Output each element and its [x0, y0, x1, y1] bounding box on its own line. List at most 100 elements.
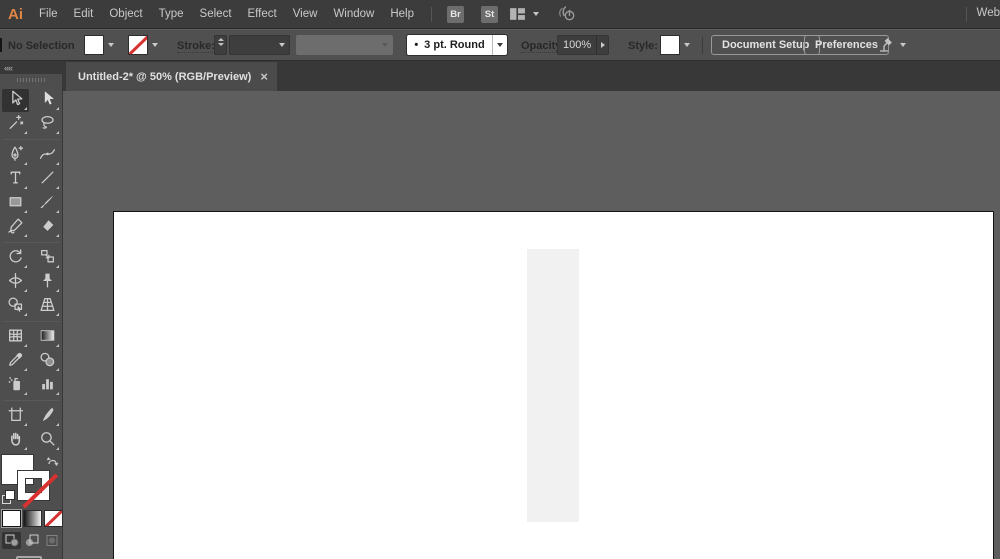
gradient-icon [39, 327, 56, 349]
select-similar-icon[interactable] [877, 37, 896, 59]
selection-tool[interactable] [1, 89, 29, 112]
brush-definition-dropdown[interactable]: • 3 pt. Round [407, 35, 507, 55]
scale-tool[interactable] [34, 247, 61, 270]
width-profile-dropdown[interactable] [296, 35, 393, 55]
tool-separator [3, 400, 59, 401]
workspace-switcher[interactable]: Web [977, 7, 1000, 19]
rotate-tool[interactable] [2, 247, 29, 270]
menu-item-file[interactable]: File [31, 8, 66, 20]
type-icon [7, 169, 24, 191]
fill-stroke-block [0, 455, 62, 509]
illustrator-window: Ai File Edit Object Type Select Effect View Win… [0, 0, 1000, 559]
stroke-weight-dropdown[interactable] [229, 35, 290, 55]
direct-selection-tool[interactable] [34, 89, 61, 112]
color-button[interactable] [3, 511, 20, 526]
zoom-icon [39, 430, 56, 452]
gradient-button[interactable] [24, 511, 41, 526]
gradient-tool[interactable] [34, 326, 61, 349]
chevron-right-icon[interactable] [596, 35, 609, 55]
none-button[interactable] [45, 511, 62, 526]
mesh-icon [7, 327, 24, 349]
rectangle-tool[interactable] [2, 192, 29, 215]
stroke-swatch[interactable] [18, 471, 58, 508]
close-tab-icon[interactable]: × [260, 70, 268, 83]
zoom-tool[interactable] [34, 429, 61, 452]
menu-item-help[interactable]: Help [382, 8, 422, 20]
fill-color-swatch[interactable] [85, 36, 103, 54]
puppet-warp-tool[interactable] [34, 271, 61, 294]
artboard-tool[interactable] [2, 405, 29, 428]
shape-builder-tool[interactable] [2, 295, 29, 318]
opacity-field[interactable]: 100% [557, 35, 609, 55]
width-tool[interactable] [2, 271, 29, 294]
line-segment-icon [39, 169, 56, 191]
slice-icon [39, 406, 56, 428]
width-icon [7, 272, 24, 294]
menu-item-select[interactable]: Select [192, 8, 240, 20]
draw-inside-button[interactable] [42, 532, 61, 549]
chevron-down-icon[interactable] [900, 43, 906, 47]
magic-wand-icon [7, 114, 24, 136]
tool-row [0, 295, 62, 318]
curvature-tool[interactable] [34, 144, 61, 167]
paintbrush-tool[interactable] [34, 192, 61, 215]
hand-icon [7, 430, 24, 452]
magic-wand-tool[interactable] [2, 113, 29, 136]
eraser-tool[interactable] [34, 216, 61, 239]
panel-drag-grip[interactable] [17, 78, 45, 82]
style-label: Style: [628, 40, 658, 52]
stroke-color-swatch[interactable] [129, 36, 147, 54]
divider [431, 7, 432, 22]
opacity-value[interactable]: 100% [557, 39, 596, 51]
collapse-panel-icon[interactable]: «« [4, 63, 13, 73]
bridge-button[interactable]: Br [447, 6, 464, 23]
graphic-style-swatch[interactable] [661, 36, 679, 54]
tool-separator [3, 139, 59, 140]
draw-behind-button[interactable] [22, 532, 41, 549]
chevron-down-icon[interactable] [684, 43, 690, 47]
workspace-layout-icon[interactable] [509, 6, 526, 27]
stroke-weight-stepper[interactable] [214, 35, 227, 55]
brush-preview-dot: • [414, 39, 419, 51]
symbol-sprayer-tool[interactable] [2, 374, 29, 397]
perspective-grid-icon [39, 296, 56, 318]
menu-item-view[interactable]: View [285, 8, 326, 20]
document-tab[interactable]: Untitled-2* @ 50% (RGB/Preview) × [66, 62, 277, 91]
sync-status-icon[interactable] [556, 5, 577, 28]
line-segment-tool[interactable] [34, 168, 61, 191]
selection-icon [7, 90, 24, 112]
tool-row [0, 216, 62, 239]
chevron-down-icon[interactable] [152, 43, 158, 47]
type-tool[interactable] [2, 168, 29, 191]
mesh-tool[interactable] [2, 326, 29, 349]
menu-item-window[interactable]: Window [325, 8, 382, 20]
pen-tool[interactable] [2, 144, 29, 167]
lasso-tool[interactable] [34, 113, 61, 136]
stock-button[interactable]: St [481, 6, 498, 23]
default-fill-stroke-icon[interactable] [2, 491, 16, 505]
toolbar-tools [0, 89, 62, 452]
menu-item-object[interactable]: Object [101, 8, 150, 20]
draw-normal-button[interactable] [2, 532, 21, 549]
tool-row [0, 192, 62, 215]
eyedropper-tool[interactable] [2, 350, 29, 373]
menu-item-type[interactable]: Type [151, 8, 192, 20]
shaper-tool[interactable] [2, 216, 29, 239]
perspective-grid-tool[interactable] [34, 295, 61, 318]
drawn-rectangle[interactable] [527, 249, 579, 522]
chevron-down-icon[interactable] [108, 43, 114, 47]
artboard[interactable] [113, 211, 994, 559]
none-slash [129, 36, 147, 54]
tool-row [0, 113, 62, 136]
menu-item-edit[interactable]: Edit [66, 8, 102, 20]
menu-item-effect[interactable]: Effect [240, 8, 285, 20]
blend-tool[interactable] [34, 350, 61, 373]
slice-tool[interactable] [34, 405, 61, 428]
column-graph-tool[interactable] [34, 374, 61, 397]
chevron-down-icon[interactable] [492, 35, 507, 55]
stroke-label[interactable]: Stroke: [177, 40, 215, 53]
chevron-down-icon[interactable] [533, 12, 539, 16]
column-graph-icon [39, 375, 56, 397]
hand-tool[interactable] [2, 429, 29, 452]
brush-name: 3 pt. Round [424, 39, 485, 51]
